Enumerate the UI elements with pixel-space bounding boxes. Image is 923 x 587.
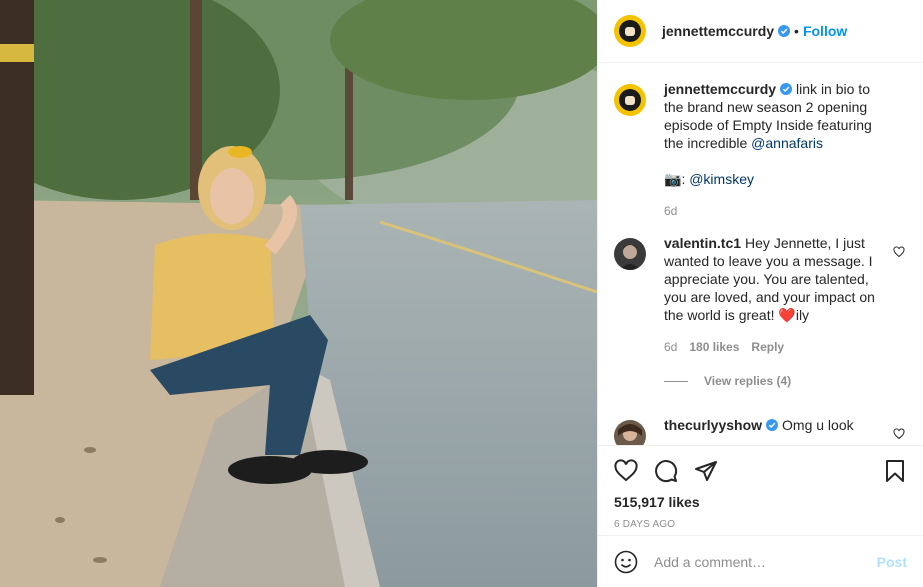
comment-age[interactable]: 6d (664, 338, 677, 356)
instagram-post: jennettemccurdy • Follow jennettemccurdy… (0, 0, 923, 587)
comment-body: valentin.tc1 Hey Jennette, I just wanted … (664, 234, 890, 356)
caption-credit: 📷: @kimskey (664, 170, 890, 188)
comment-icon[interactable] (654, 459, 678, 483)
caption-username[interactable]: jennettemccurdy (664, 81, 776, 97)
caption-mention-kimskey[interactable]: @kimskey (689, 171, 754, 187)
comment-username[interactable]: valentin.tc1 (664, 235, 741, 251)
smile-icon[interactable] (614, 550, 638, 574)
comment-text: Omg u look (782, 417, 854, 433)
caption-body: jennettemccurdy link in bio to the brand … (664, 80, 890, 220)
post-actions: 515,917 likes 6 DAYS AGO (598, 445, 923, 530)
post-comment-button[interactable]: Post (877, 554, 907, 570)
post-photo[interactable] (0, 0, 597, 587)
post-age[interactable]: 6 DAYS AGO (614, 519, 907, 530)
comment-body: thecurlyyshow Omg u look (664, 416, 890, 445)
share-icon[interactable] (694, 459, 718, 483)
comment-item: thecurlyyshow Omg u look (614, 416, 907, 445)
photo-illustration (0, 0, 597, 587)
heart-icon[interactable] (614, 459, 638, 483)
verified-icon (778, 25, 791, 37)
comment-meta: 6d 180 likes Reply (664, 338, 890, 356)
author-username[interactable]: jennettemccurdy (662, 23, 774, 39)
red-heart-emoji: ❤️ (778, 307, 796, 323)
comment-likes[interactable]: 180 likes (689, 338, 739, 356)
view-replies-line (664, 380, 688, 382)
post-header: jennettemccurdy • Follow (598, 0, 923, 63)
separator-dot: • (794, 23, 799, 39)
caption-age[interactable]: 6d (664, 202, 677, 220)
bookmark-icon[interactable] (883, 459, 907, 483)
verified-icon (780, 83, 793, 95)
camera-emoji: 📷 (664, 171, 682, 187)
comment-like-icon[interactable] (893, 246, 905, 258)
view-replies-button[interactable]: View replies (4) (664, 374, 907, 388)
credit-separator: : (681, 171, 686, 187)
comment-suffix: ily (795, 307, 810, 323)
action-icons (614, 446, 907, 496)
author-avatar[interactable] (614, 15, 646, 47)
comment-item: valentin.tc1 Hey Jennette, I just wanted … (614, 234, 907, 356)
verified-icon (766, 419, 779, 431)
reply-button[interactable]: Reply (751, 338, 784, 356)
caption: jennettemccurdy link in bio to the brand … (614, 80, 907, 220)
view-replies-label: View replies (4) (704, 374, 792, 388)
caption-avatar[interactable] (614, 84, 646, 116)
commenter-avatar[interactable] (614, 238, 646, 270)
commenter-avatar[interactable] (614, 420, 646, 445)
add-comment-input[interactable] (654, 553, 877, 570)
caption-mention-annafaris[interactable]: @annafaris (751, 135, 823, 151)
post-side-panel: jennettemccurdy • Follow jennettemccurdy… (597, 0, 923, 587)
likes-count[interactable]: 515,917 likes (614, 494, 907, 510)
comment-username[interactable]: thecurlyyshow (664, 417, 762, 433)
comment-like-icon[interactable] (893, 428, 905, 440)
add-comment-bar: Post (598, 535, 923, 587)
comments-list[interactable]: jennettemccurdy link in bio to the brand … (598, 64, 923, 445)
caption-meta: 6d (664, 202, 890, 220)
follow-button[interactable]: Follow (803, 23, 847, 39)
